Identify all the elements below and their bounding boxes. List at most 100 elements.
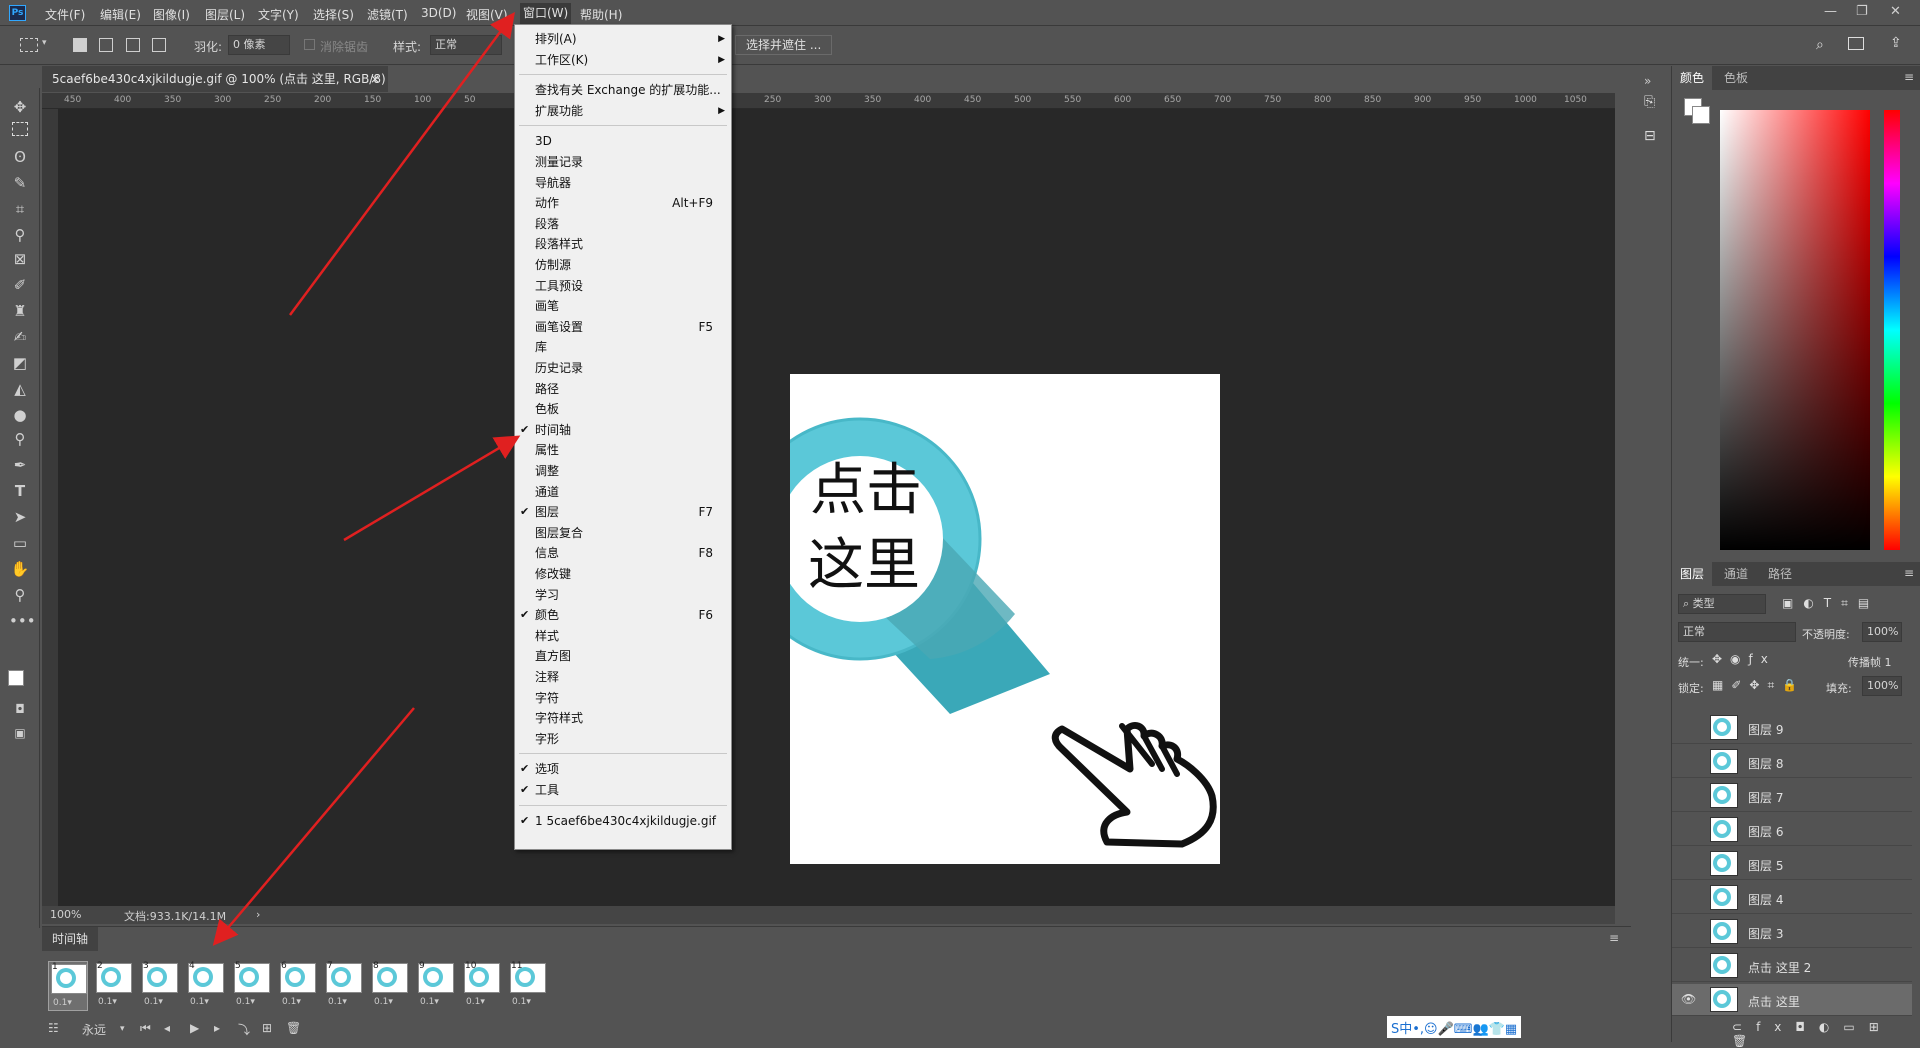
- foreground-color-swatch[interactable]: [8, 670, 24, 686]
- window-menu-item[interactable]: 仿制源: [515, 255, 731, 275]
- dodge-icon[interactable]: ⚲: [9, 428, 31, 450]
- unify-icons[interactable]: ✥◉ƒx: [1712, 652, 1776, 666]
- next-frame-icon[interactable]: ▸: [214, 1021, 220, 1035]
- eye-icon[interactable]: 👁: [1681, 992, 1696, 1006]
- eraser-icon[interactable]: ◩: [9, 352, 31, 374]
- status-menu-arrow[interactable]: ›: [256, 908, 260, 921]
- rectangular-marquee-icon[interactable]: [12, 122, 28, 136]
- window-menu-item[interactable]: ✔ 1 5caef6be430c4xjkildugje.gif: [515, 811, 731, 831]
- menu-item[interactable]: 滤镜(T): [367, 6, 408, 23]
- panel-menu-icon[interactable]: ≡: [1904, 70, 1914, 84]
- frame-delay[interactable]: 0.1▾: [374, 997, 393, 1007]
- layer-row[interactable]: 图层 6: [1672, 814, 1912, 846]
- loop-select[interactable]: 永远: [82, 1021, 106, 1038]
- panel-menu-icon[interactable]: ≡: [1904, 566, 1914, 580]
- type-tool-icon[interactable]: T: [9, 480, 31, 502]
- convert-timeline-icon[interactable]: ☷: [48, 1021, 59, 1035]
- opacity-input[interactable]: 100%: [1862, 622, 1902, 642]
- layer-row[interactable]: 图层 3: [1672, 916, 1912, 948]
- timeline-frame[interactable]: 2 0.1▾: [94, 961, 134, 1011]
- paint-bucket-icon[interactable]: ◭: [9, 378, 31, 400]
- panel-menu-icon[interactable]: ≡: [1609, 931, 1619, 945]
- window-menu-item[interactable]: 字形: [515, 729, 731, 749]
- layer-row[interactable]: 👁 点击 这里: [1672, 984, 1912, 1016]
- window-menu-item[interactable]: 学习: [515, 585, 731, 605]
- crop-icon[interactable]: ⌗: [9, 198, 31, 220]
- window-menu-item[interactable]: 历史记录: [515, 358, 731, 378]
- subtract-selection-icon[interactable]: [126, 38, 140, 52]
- window-menu-item[interactable]: ✔ 工具: [515, 780, 731, 800]
- play-icon[interactable]: ▶: [190, 1021, 199, 1035]
- window-menu-item[interactable]: 段落: [515, 214, 731, 234]
- window-menu-item[interactable]: 字符样式: [515, 708, 731, 728]
- window-menu-item[interactable]: 画笔设置 F5: [515, 317, 731, 337]
- window-menu-item[interactable]: 测量记录: [515, 152, 731, 172]
- frame-delay[interactable]: 0.1▾: [420, 997, 439, 1007]
- tween-icon[interactable]: ⤵: [238, 1021, 250, 1038]
- window-menu-item[interactable]: 属性: [515, 440, 731, 460]
- window-menu-item[interactable]: 3D: [515, 131, 731, 151]
- window-menu-item[interactable]: 注释: [515, 667, 731, 687]
- lasso-icon[interactable]: ʘ: [9, 146, 31, 168]
- menu-item[interactable]: 文字(Y): [258, 6, 299, 23]
- timeline-frame[interactable]: 10 0.1▾: [462, 961, 502, 1011]
- window-menu-item[interactable]: 动作 Alt+F9: [515, 193, 731, 213]
- search-icon[interactable]: ⌕: [1816, 37, 1824, 53]
- workspace-icon[interactable]: [1848, 37, 1864, 50]
- duplicate-frame-icon[interactable]: ⊞: [262, 1021, 272, 1035]
- blend-mode-select[interactable]: 正常: [1678, 622, 1796, 642]
- more-tools-icon[interactable]: •••: [9, 610, 36, 632]
- document-tab[interactable]: 5caef6be430c4xjkildugje.gif @ 100% (点击 这…: [42, 66, 388, 112]
- timeline-tab[interactable]: 时间轴: [42, 927, 98, 951]
- window-menu-item[interactable]: ✔ 时间轴: [515, 420, 731, 440]
- window-menu-item[interactable]: ✔ 颜色 F6: [515, 605, 731, 625]
- layer-row[interactable]: 点击 这里 2: [1672, 950, 1912, 982]
- layer-filter-icons[interactable]: ▣◐T⌗▤: [1782, 596, 1879, 611]
- ime-toolbar[interactable]: S中•,☺🎤⌨👥👕▦: [1387, 1016, 1522, 1038]
- lock-icons[interactable]: ▦✐✥⌗🔒: [1712, 678, 1805, 693]
- layer-row[interactable]: 图层 7: [1672, 780, 1912, 812]
- magic-wand-icon[interactable]: ✎: [9, 172, 31, 194]
- new-selection-icon[interactable]: [73, 38, 87, 52]
- properties-panel-icon[interactable]: ⊟: [1644, 128, 1656, 144]
- fill-input[interactable]: 100%: [1862, 676, 1902, 696]
- zoom-level[interactable]: 100%: [50, 908, 81, 921]
- window-menu-item[interactable]: 排列(A) ▶: [515, 29, 731, 49]
- layer-row[interactable]: 图层 4: [1672, 882, 1912, 914]
- window-menu-item[interactable]: ✔ 选项: [515, 759, 731, 779]
- history-brush-icon[interactable]: ✍: [9, 326, 31, 348]
- tab-channels[interactable]: 通道: [1716, 562, 1756, 586]
- frame-delay[interactable]: 0.1▾: [236, 997, 255, 1007]
- antialias-checkbox[interactable]: [304, 39, 315, 50]
- window-menu-item[interactable]: 信息 F8: [515, 543, 731, 563]
- hand-icon[interactable]: ✋: [9, 558, 31, 580]
- timeline-frame[interactable]: 6 0.1▾: [278, 961, 318, 1011]
- timeline-frame[interactable]: 8 0.1▾: [370, 961, 410, 1011]
- timeline-frame[interactable]: 5 0.1▾: [232, 961, 272, 1011]
- propagate-frame-label[interactable]: 传播帧 1: [1848, 654, 1892, 670]
- window-menu-item[interactable]: 工具预设: [515, 276, 731, 296]
- menu-item[interactable]: 编辑(E): [100, 6, 141, 23]
- close-tab-icon[interactable]: ×: [370, 66, 380, 92]
- window-menu-item[interactable]: 调整: [515, 461, 731, 481]
- frame-delay[interactable]: 0.1▾: [466, 997, 485, 1007]
- move-tool-icon[interactable]: ✥: [9, 96, 31, 118]
- canvas-area[interactable]: 点击 这里: [58, 109, 1615, 906]
- window-menu-item[interactable]: 段落样式: [515, 234, 731, 254]
- tab-color[interactable]: 颜色: [1672, 66, 1713, 90]
- tab-paths[interactable]: 路径: [1760, 562, 1800, 586]
- tab-swatches[interactable]: 色板: [1716, 66, 1756, 90]
- timeline-frame[interactable]: 4 0.1▾: [186, 961, 226, 1011]
- menu-item[interactable]: 文件(F): [45, 6, 85, 23]
- frame-delay[interactable]: 0.1▾: [190, 997, 209, 1007]
- window-menu-item[interactable]: ✔ 图层 F7: [515, 502, 731, 522]
- window-menu-item[interactable]: 库: [515, 337, 731, 357]
- window-menu-item[interactable]: 通道: [515, 482, 731, 502]
- window-menu-item[interactable]: 画笔: [515, 296, 731, 316]
- frame-delay[interactable]: 0.1▾: [98, 997, 117, 1007]
- marquee-tool-icon[interactable]: [20, 38, 38, 52]
- brush-icon[interactable]: ✐: [9, 274, 31, 296]
- menu-item[interactable]: 帮助(H): [580, 6, 622, 23]
- tab-layers[interactable]: 图层: [1672, 562, 1713, 586]
- layer-actions[interactable]: ⊂fx◘◐▭⊞🗑: [1732, 1020, 1920, 1048]
